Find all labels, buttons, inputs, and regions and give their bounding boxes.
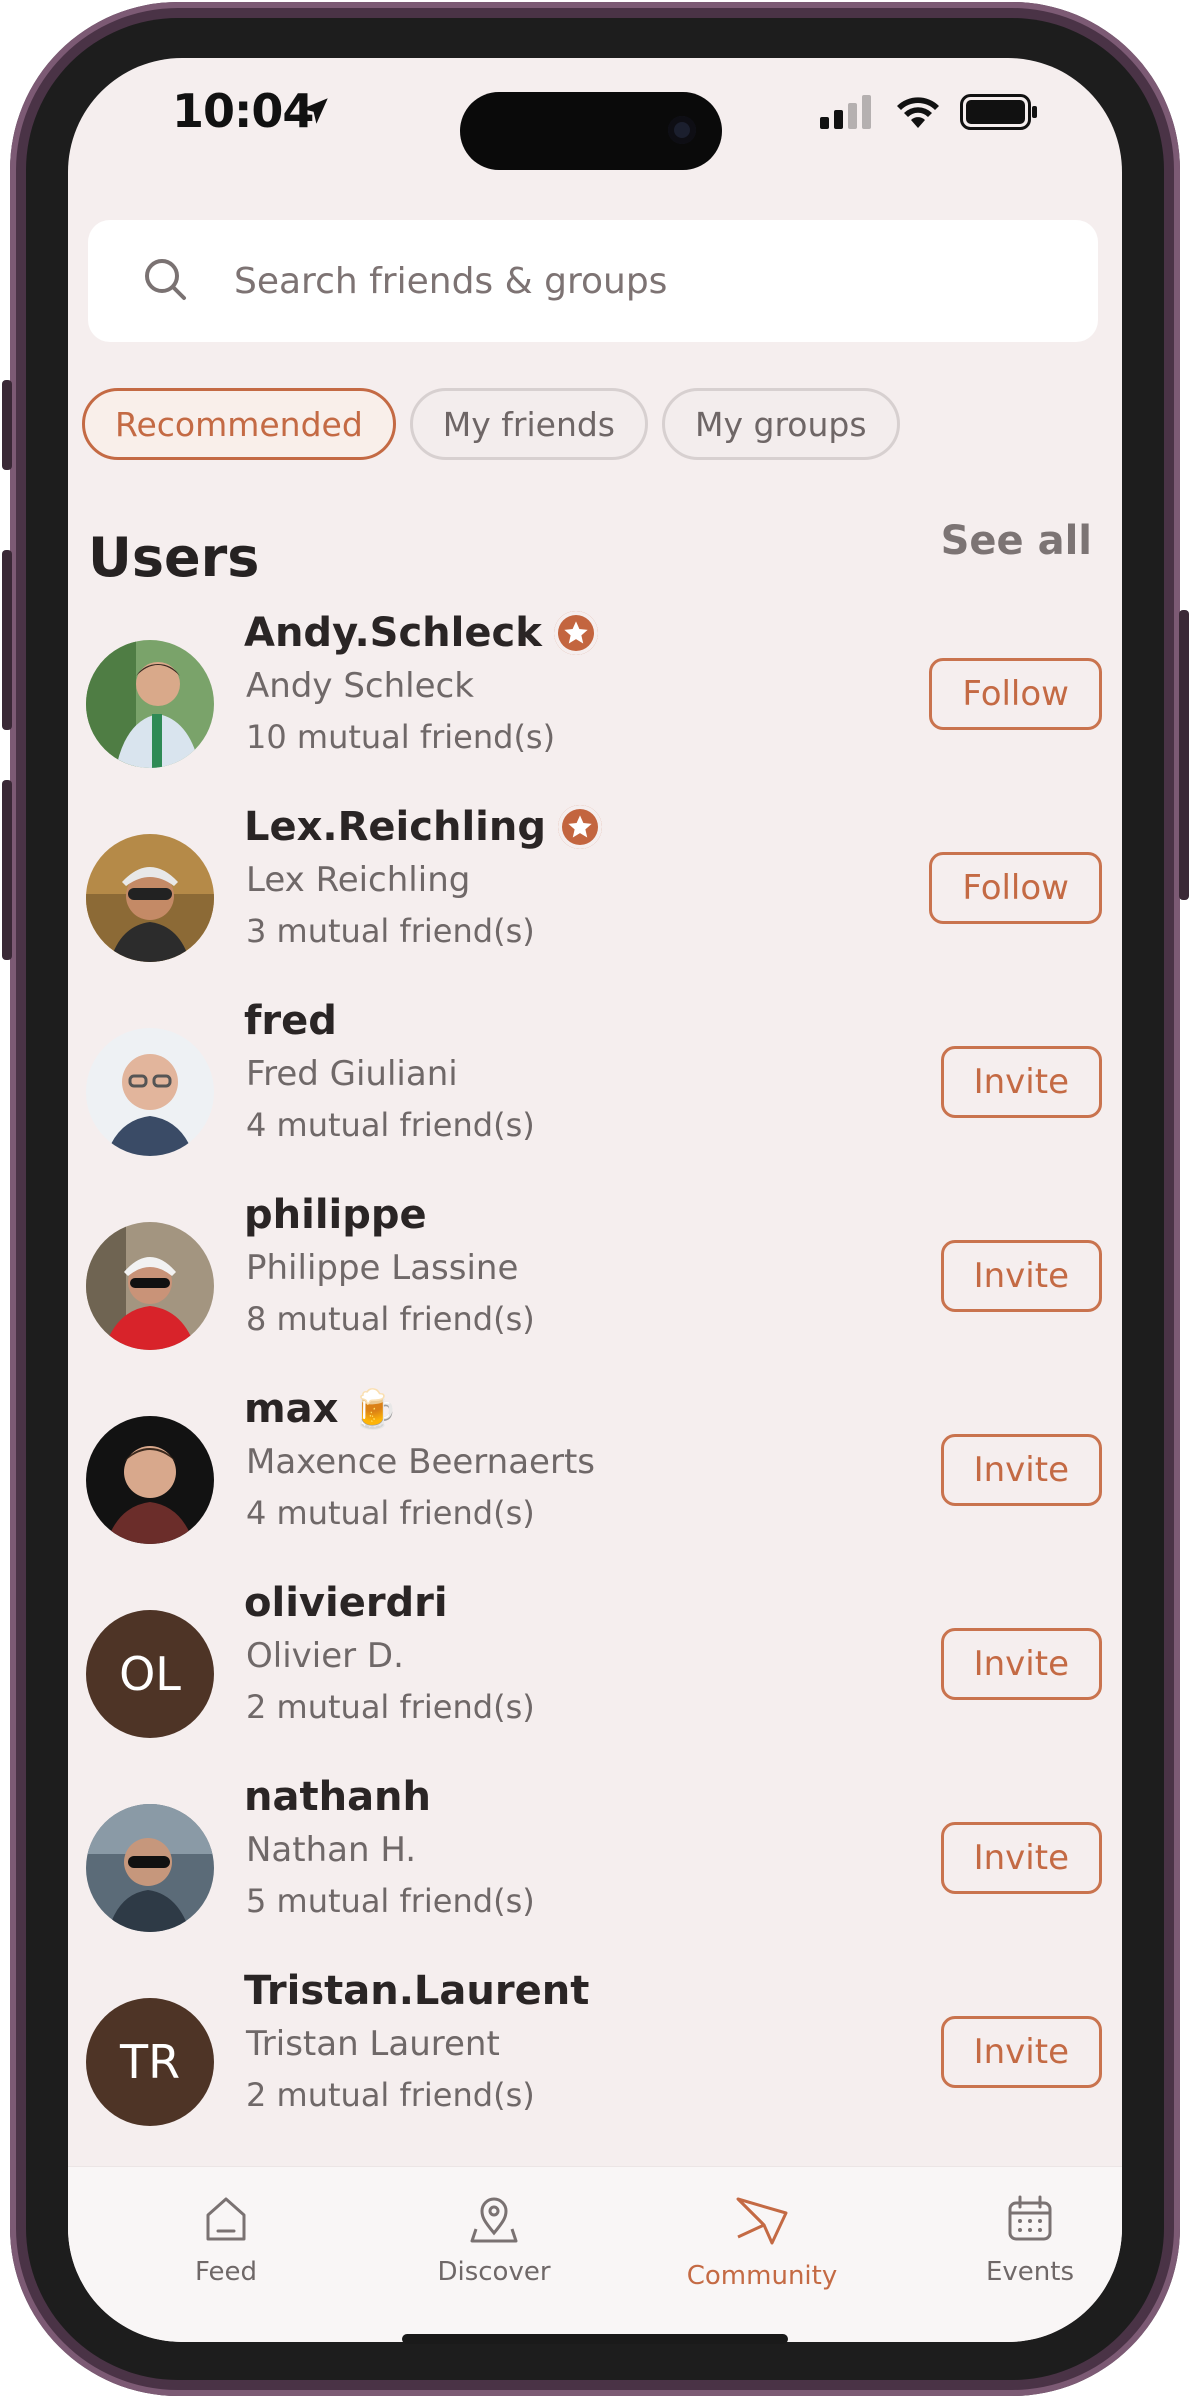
follow-button[interactable]: Follow [929,658,1102,730]
user-row[interactable]: fred Fred Giuliani 4 mutual friend(s) In… [68,998,1122,1188]
username: Andy.Schleck [244,610,542,656]
tab-events[interactable]: Events [930,2193,1122,2287]
mutual-friends: 2 mutual friend(s) [246,1688,535,1726]
full-name: Tristan Laurent [246,2024,500,2064]
mutual-friends: 3 mutual friend(s) [246,912,535,950]
full-name: Fred Giuliani [246,1054,458,1094]
invite-button[interactable]: Invite [940,1240,1102,1312]
avatar [86,1028,214,1156]
chip-my-friends[interactable]: My friends [409,388,648,460]
location-arrow-icon [302,98,328,124]
home-indicator [402,2334,788,2344]
search-icon [145,259,186,300]
community-icon [736,2197,788,2245]
action-button [2,380,12,470]
tab-label: Discover [437,2257,551,2287]
mutual-friends: 4 mutual friend(s) [246,1106,535,1144]
tab-feed[interactable]: Feed [126,2193,326,2287]
power-button [1179,610,1189,900]
invite-button[interactable]: Invite [940,1434,1102,1506]
search-input[interactable] [232,250,1056,312]
tab-discover[interactable]: Discover [394,2193,594,2287]
user-row[interactable]: TR Tristan.Laurent Tristan Laurent 2 mut… [68,1968,1122,2158]
user-row[interactable]: OL olivierdri Olivier D. 2 mutual friend… [68,1580,1122,1770]
invite-button[interactable]: Invite [940,2016,1102,2088]
battery-icon [960,94,1037,130]
search-bar[interactable] [88,220,1098,342]
user-row[interactable]: nathanh Nathan H. 5 mutual friend(s) Inv… [68,1774,1122,1964]
star-badge-icon [557,805,602,849]
bottom-tab-bar: Feed Discover Community Events [68,2166,1122,2342]
full-name: Philippe Lassine [246,1248,519,1288]
full-name: Lex Reichling [246,860,471,900]
mutual-friends: 8 mutual friend(s) [246,1300,535,1338]
username: Tristan.Laurent [244,1968,590,2014]
mutual-friends: 5 mutual friend(s) [246,1882,535,1920]
front-camera [668,116,696,144]
full-name: Olivier D. [246,1636,404,1676]
avatar-initials: OL [86,1610,214,1738]
full-name: Maxence Beernaerts [246,1442,595,1482]
avatar [86,1804,214,1932]
mutual-friends: 4 mutual friend(s) [246,1494,535,1532]
app-screen: 10:04 Search friends & groups Recommende… [68,58,1122,2342]
star-badge-icon [553,611,598,655]
avatar [86,1416,214,1544]
username: philippe [244,1192,427,1238]
avatar [86,834,214,962]
map-pin-icon [470,2197,518,2243]
wifi-icon [897,97,939,128]
volume-up-button [2,550,12,730]
user-row[interactable]: Lex.Reichling Lex Reichling 3 mutual fri… [68,804,1122,994]
username: Lex.Reichling [244,804,546,850]
invite-button[interactable]: Invite [940,1046,1102,1118]
filter-chips: Recommended My friends My groups [82,388,900,460]
full-name: Nathan H. [246,1830,417,1870]
tab-label: Feed [194,2257,258,2287]
beer-emoji-icon: 🍺 [350,1386,398,1431]
tab-label: Community [686,2261,838,2291]
calendar-icon [1008,2195,1052,2241]
chip-recommended[interactable]: Recommended [82,388,396,460]
invite-button[interactable]: Invite [940,1822,1102,1894]
mutual-friends: 2 mutual friend(s) [246,2076,535,2114]
section-title: Users [88,526,260,589]
tab-community[interactable]: Community [662,2193,862,2291]
volume-down-button [2,780,12,960]
avatar-initials: TR [86,1998,214,2126]
avatar [86,640,214,768]
avatar [86,1222,214,1350]
cellular-signal-icon [820,95,871,129]
tab-label: Events [985,2257,1075,2287]
mutual-friends: 10 mutual friend(s) [246,718,556,756]
dynamic-island [460,92,722,170]
status-time: 10:04 [172,84,314,138]
user-row[interactable]: max 🍺 Maxence Beernaerts 4 mutual friend… [68,1386,1122,1576]
username: olivierdri [244,1580,448,1626]
see-all-link[interactable]: See all [941,518,1092,564]
invite-button[interactable]: Invite [940,1628,1102,1700]
chip-my-groups[interactable]: My groups [662,388,900,460]
user-row[interactable]: Andy.Schleck Andy Schleck 10 mutual frie… [68,610,1122,800]
user-row[interactable]: philippe Philippe Lassine 8 mutual frien… [68,1192,1122,1382]
feed-icon [206,2197,246,2241]
username: fred [244,998,337,1044]
username: max [244,1386,339,1432]
follow-button[interactable]: Follow [929,852,1102,924]
username: nathanh [244,1774,432,1820]
full-name: Andy Schleck [246,666,474,706]
